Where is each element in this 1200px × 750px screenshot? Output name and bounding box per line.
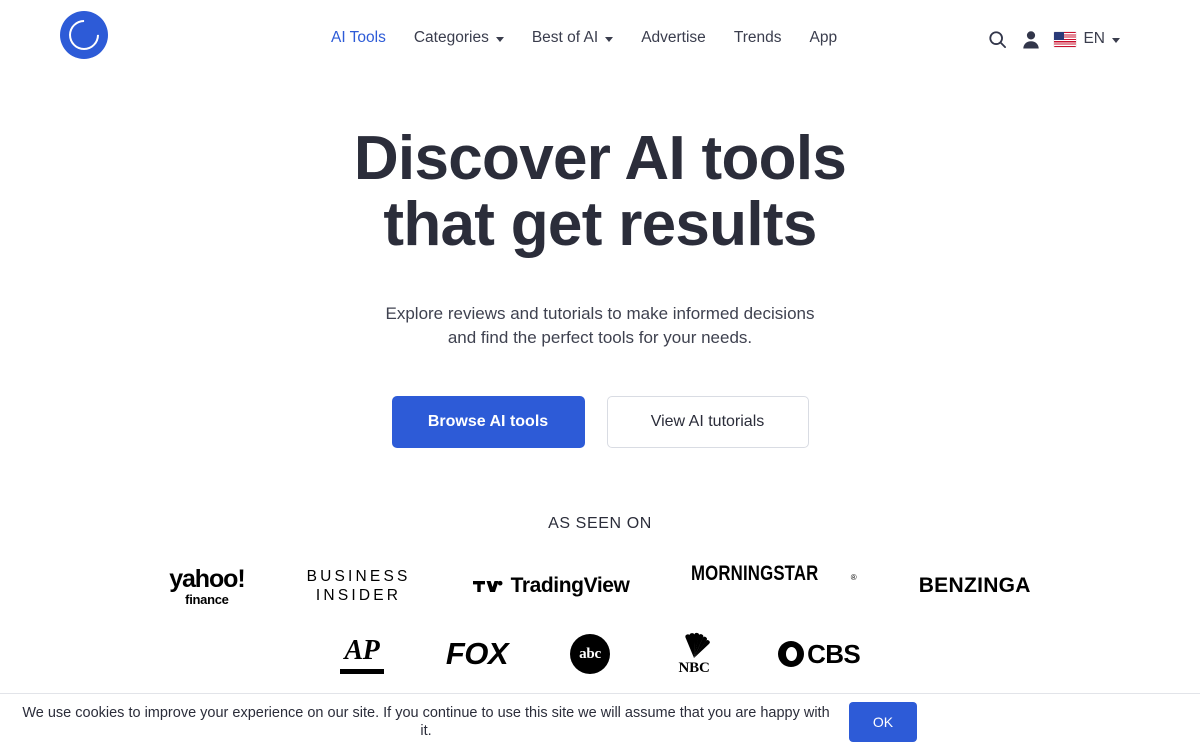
search-icon[interactable] — [980, 26, 1014, 52]
cbs-wordmark: CBS — [807, 638, 861, 669]
press-logo-row-1: yahoo! finance BUSINESS INSIDER TradingV… — [0, 562, 1200, 610]
cookie-message: We use cookies to improve your experienc… — [22, 705, 830, 739]
page-root: AI Tools Categories Best of AI Advertise… — [0, 0, 1200, 750]
nbc-peacock-icon — [685, 632, 710, 658]
ap-logo: AP — [339, 630, 384, 678]
registered-mark: ® — [850, 573, 857, 582]
business-word: BUSINESS — [306, 567, 411, 585]
language-label: EN — [1083, 30, 1105, 47]
morningstar-logo: MORNINGSTAR ® — [691, 562, 856, 610]
nav-label: Advertise — [641, 29, 706, 46]
insider-word: INSIDER — [315, 587, 402, 604]
browse-ai-tools-button[interactable]: Browse AI tools — [391, 396, 585, 448]
chevron-down-icon — [1112, 37, 1120, 43]
business-insider-logo: BUSINESS INSIDER — [307, 562, 411, 610]
chevron-down-icon — [605, 36, 614, 42]
view-ai-tutorials-button[interactable]: View AI tutorials — [606, 396, 809, 448]
press-logo-row-2: AP FOX abc NBC CBS — [0, 630, 1200, 678]
us-flag-icon — [1054, 31, 1077, 47]
tradingview-logo: TradingView — [472, 562, 630, 610]
nav-item-app[interactable]: App — [795, 27, 851, 49]
subtitle-line-1: Explore reviews and tutorials to make in… — [385, 304, 815, 323]
morningstar-wordmark: MORNINGSTAR — [691, 562, 819, 585]
nav-item-advertise[interactable]: Advertise — [627, 27, 720, 49]
language-selector[interactable]: EN — [1054, 30, 1120, 48]
nbc-logo: NBC — [672, 630, 716, 678]
tradingview-wordmark: TradingView — [510, 574, 630, 597]
benzinga-logo: BENZINGA — [918, 574, 1031, 597]
site-header: AI Tools Categories Best of AI Advertise… — [0, 0, 1200, 75]
site-logo[interactable] — [60, 11, 108, 59]
yahoo-finance-logo: yahoo! finance — [169, 562, 245, 610]
nav-label: AI Tools — [331, 29, 386, 46]
headline-line-1: Discover AI tools — [353, 124, 847, 193]
nav-item-trends[interactable]: Trends — [720, 27, 796, 49]
finance-wordmark: finance — [185, 591, 229, 607]
chevron-down-icon — [495, 36, 504, 42]
cookie-accept-button[interactable]: OK — [849, 702, 917, 742]
ap-underline — [339, 668, 384, 674]
nav-label: App — [809, 29, 838, 46]
abc-logo: abc — [570, 630, 611, 678]
cbs-logo: CBS — [778, 630, 861, 678]
nav-item-best-of-ai[interactable]: Best of AI — [518, 27, 627, 49]
tradingview-mark-icon — [472, 580, 503, 592]
main-navigation: AI Tools Categories Best of AI Advertise… — [331, 27, 851, 49]
cbs-eye-icon — [778, 641, 805, 667]
nav-label: Categories — [413, 29, 489, 46]
hero-cta-group: Browse AI tools View AI tutorials — [0, 396, 1200, 448]
fox-logo: FOX — [445, 636, 509, 671]
cookie-consent-banner: We use cookies to improve your experienc… — [0, 693, 1200, 750]
letter-c-shape — [62, 13, 106, 57]
nav-label: Trends — [733, 29, 782, 46]
page-title: Discover AI tools that get results — [0, 126, 1200, 258]
user-icon[interactable] — [1014, 26, 1048, 52]
subtitle-line-2: and find the perfect tools for your need… — [447, 328, 753, 347]
headline-line-2: that get results — [383, 190, 817, 259]
nav-label: Best of AI — [531, 29, 599, 46]
abc-circle-mark: abc — [570, 634, 611, 674]
nav-item-ai-tools[interactable]: AI Tools — [331, 27, 400, 49]
nav-item-categories[interactable]: Categories — [400, 27, 518, 49]
yahoo-wordmark: yahoo! — [169, 564, 245, 593]
ap-wordmark: AP — [344, 634, 380, 666]
as-seen-on-label: AS SEEN ON — [548, 515, 652, 532]
nbc-wordmark: NBC — [678, 660, 710, 676]
circle-c-logo-icon — [60, 11, 108, 59]
header-actions: EN — [980, 26, 1120, 52]
hero-subtitle: Explore reviews and tutorials to make in… — [0, 302, 1200, 350]
